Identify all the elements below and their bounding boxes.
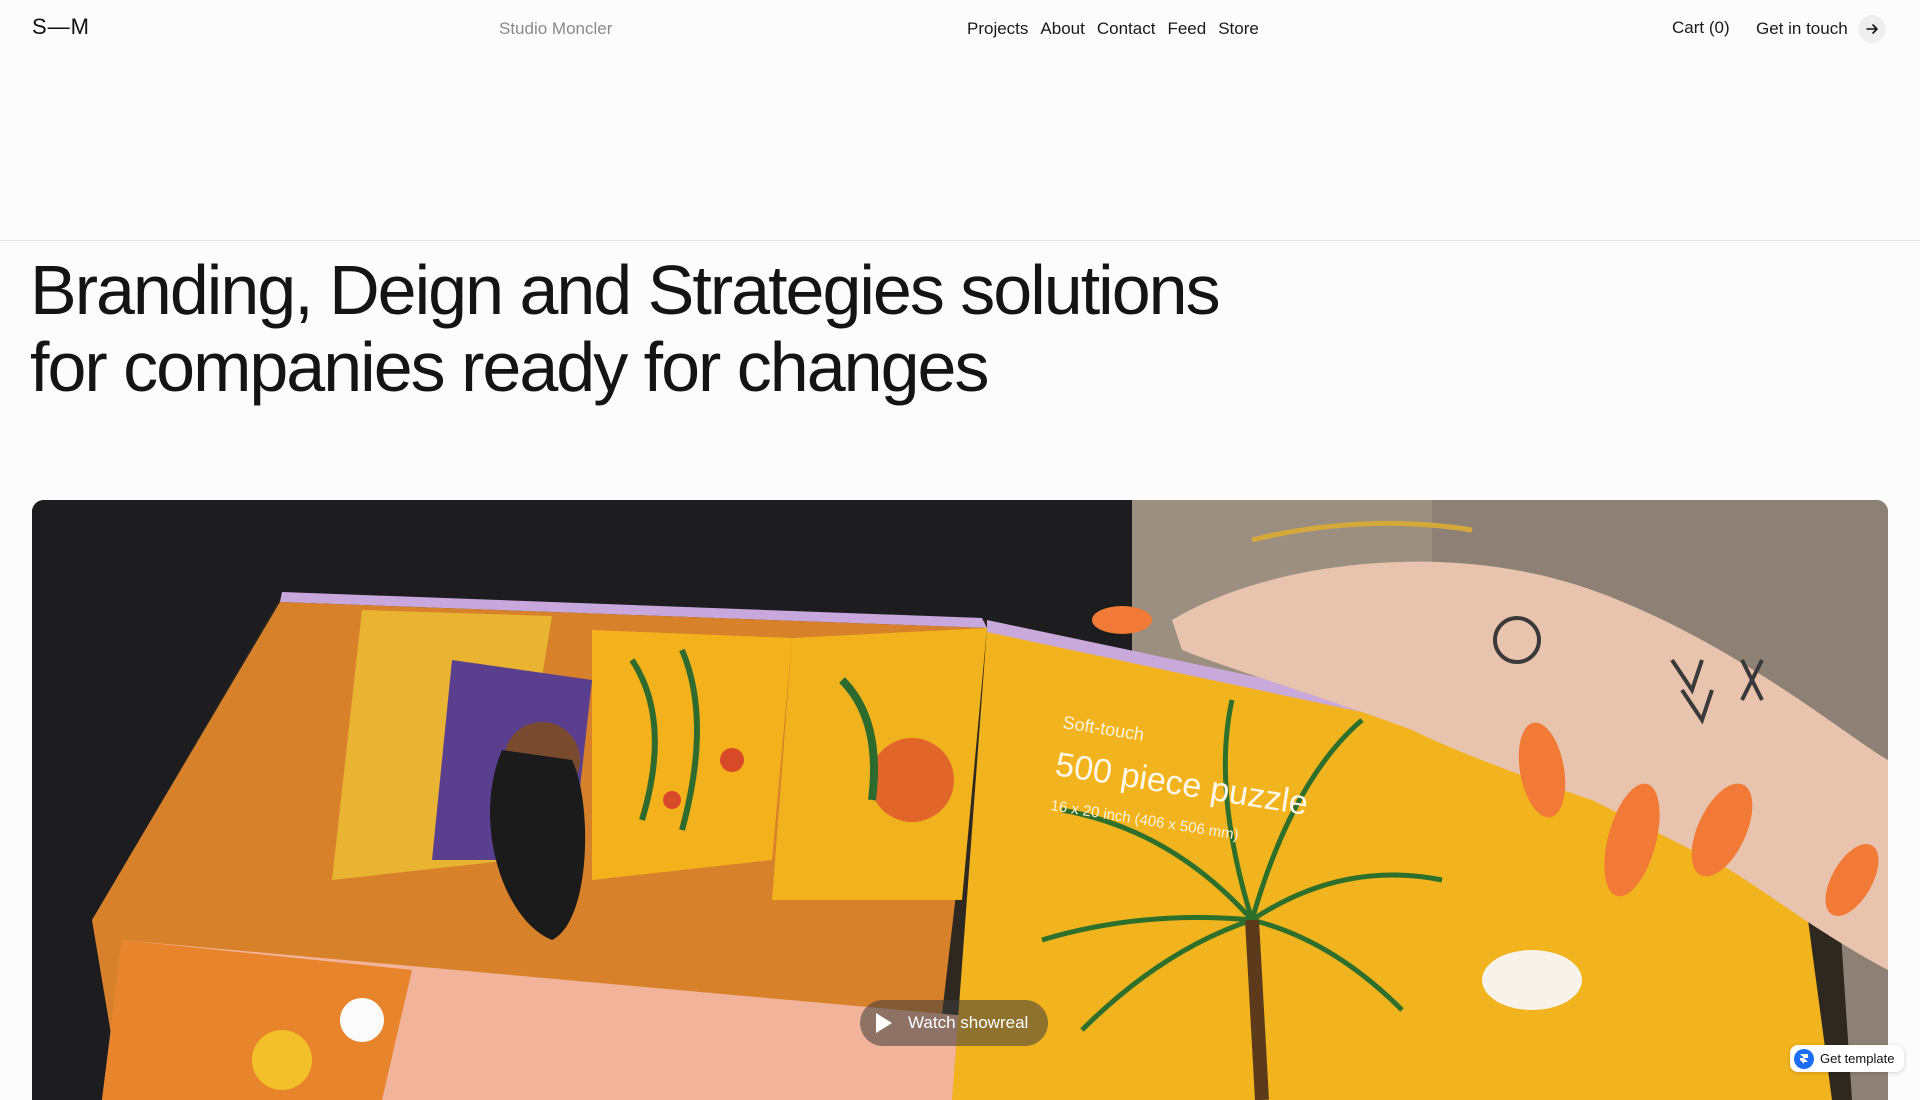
showreel-label: Watch showreal bbox=[908, 1013, 1029, 1032]
site-header: S—M Studio Moncler Projects About Contac… bbox=[0, 0, 1920, 58]
get-in-touch-label: Get in touch bbox=[1756, 19, 1848, 38]
nav-about[interactable]: About bbox=[1040, 19, 1084, 39]
get-template-badge[interactable]: Get template bbox=[1790, 1045, 1905, 1072]
nav-feed[interactable]: Feed bbox=[1167, 19, 1206, 39]
studio-name: Studio Moncler bbox=[499, 19, 613, 38]
headline-line-1: Branding, Deign and Strategies solutions bbox=[30, 251, 1221, 329]
nav-projects[interactable]: Projects bbox=[967, 19, 1028, 39]
arrow-right-icon bbox=[1857, 15, 1886, 43]
nav-contact[interactable]: Contact bbox=[1097, 19, 1156, 39]
hero-headline: Branding, Deign and Strategies solutions… bbox=[30, 252, 1430, 406]
get-in-touch-button[interactable]: Get in touch bbox=[1756, 15, 1886, 43]
get-template-label: Get template bbox=[1820, 1051, 1895, 1066]
play-icon bbox=[876, 1013, 892, 1033]
section-divider bbox=[0, 240, 1920, 241]
logo[interactable]: S—M bbox=[32, 14, 90, 40]
main-nav: Projects About Contact Feed Store bbox=[967, 19, 1259, 39]
headline-line-2: for companies ready for changes bbox=[30, 328, 989, 406]
watch-showreel-button[interactable]: Watch showreal bbox=[860, 1000, 1049, 1046]
framer-icon bbox=[1794, 1048, 1814, 1069]
cart-link[interactable]: Cart (0) bbox=[1672, 18, 1730, 38]
nav-store[interactable]: Store bbox=[1218, 19, 1259, 39]
